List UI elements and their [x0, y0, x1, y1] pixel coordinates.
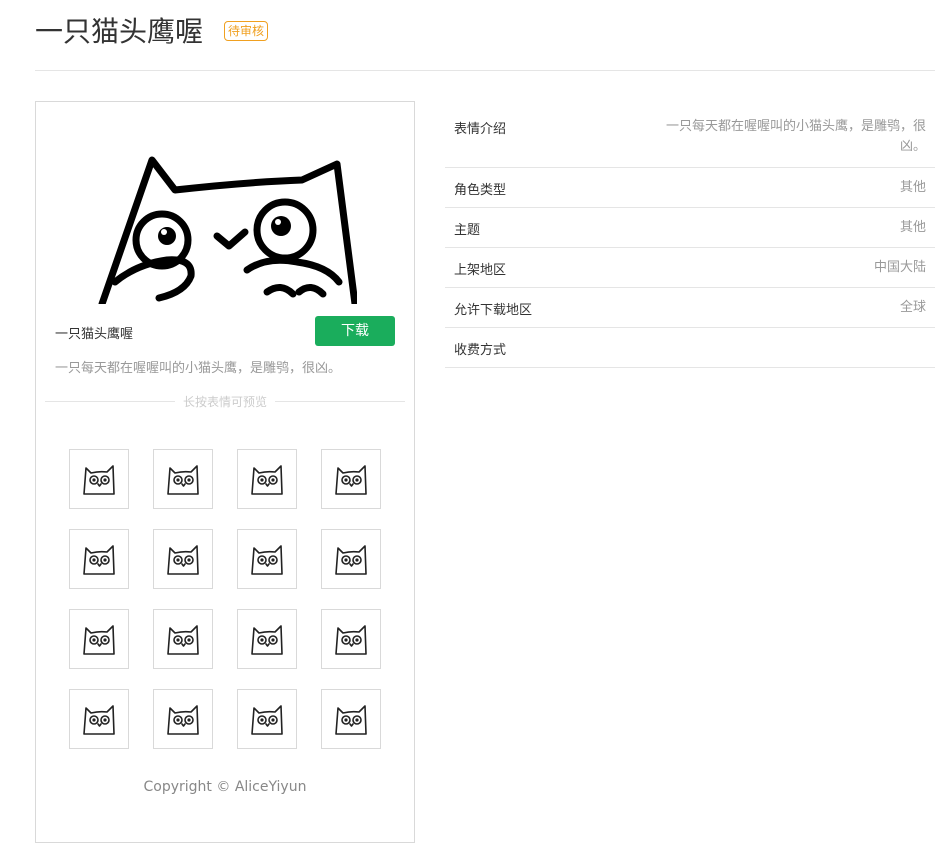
detail-value: 其他 — [899, 220, 926, 235]
header-divider — [35, 70, 935, 71]
sticker-owl-smile[interactable] — [153, 609, 213, 669]
sticker-owl-grumpy[interactable] — [69, 529, 129, 589]
sticker-owl-pair[interactable] — [321, 529, 381, 589]
detail-value: 全球 — [899, 300, 926, 315]
download-button[interactable]: 下载 — [315, 316, 395, 346]
detail-key: 角色类型 — [454, 183, 507, 198]
sticker-owl-book[interactable] — [321, 689, 381, 749]
detail-row-intro: 表情介绍 一只每天都在喔喔叫的小猫头鹰，是雕鸮，很凶。 — [445, 107, 935, 168]
preview-hint: 长按表情可预览 — [182, 395, 267, 409]
sticker-owl-wink[interactable] — [69, 609, 129, 669]
preview-divider: 长按表情可预览 — [45, 392, 405, 412]
sticker-owl-heart[interactable] — [69, 449, 129, 509]
sticker-pack-card: 一只猫头鹰喔 下载 一只每天都在喔喔叫的小猫头鹰，是雕鸮，很凶。 长按表情可预览… — [35, 101, 415, 843]
detail-key: 表情介绍 — [454, 122, 507, 137]
sticker-owl-crown[interactable] — [237, 689, 297, 749]
sticker-owl-bloom[interactable] — [321, 609, 381, 669]
sticker-owl-flower[interactable] — [237, 609, 297, 669]
pack-name: 一只猫头鹰喔 — [55, 327, 134, 342]
detail-row-pricing: 收费方式 — [445, 328, 935, 368]
pack-details: 表情介绍 一只每天都在喔喔叫的小猫头鹰，是雕鸮，很凶。 角色类型 其他 主题 其… — [445, 107, 935, 368]
sticker-owl-spark[interactable] — [69, 689, 129, 749]
sticker-owl-talk[interactable] — [153, 529, 213, 589]
detail-key: 允许下载地区 — [454, 303, 533, 318]
page-title: 一只猫头鹰喔 — [35, 15, 204, 48]
detail-value: 一只每天都在喔喔叫的小猫头鹰，是雕鸮，很凶。 — [665, 119, 926, 154]
copyright-text: Copyright © AliceYiyun — [143, 779, 307, 795]
detail-value: 其他 — [899, 180, 926, 195]
status-badge: 待审核 — [224, 21, 269, 41]
sticker-owl-wings[interactable] — [153, 689, 213, 749]
detail-row-download-region: 允许下载地区 全球 — [445, 288, 935, 328]
pack-description: 一只每天都在喔喔叫的小猫头鹰，是雕鸮，很凶。 — [55, 361, 342, 376]
detail-key: 上架地区 — [454, 263, 507, 278]
detail-value: 中国大陆 — [873, 260, 926, 275]
detail-key: 收费方式 — [454, 343, 507, 358]
sticker-owl-exclaim[interactable] — [321, 449, 381, 509]
sticker-owl-plain[interactable] — [153, 449, 213, 509]
owl-banner-image — [97, 152, 357, 304]
detail-row-theme: 主题 其他 — [445, 208, 935, 248]
sticker-owl-blob[interactable] — [237, 529, 297, 589]
detail-row-region: 上架地区 中国大陆 — [445, 248, 935, 288]
detail-row-role: 角色类型 其他 — [445, 168, 935, 208]
detail-key: 主题 — [454, 223, 481, 238]
sticker-owl-dots[interactable] — [237, 449, 297, 509]
